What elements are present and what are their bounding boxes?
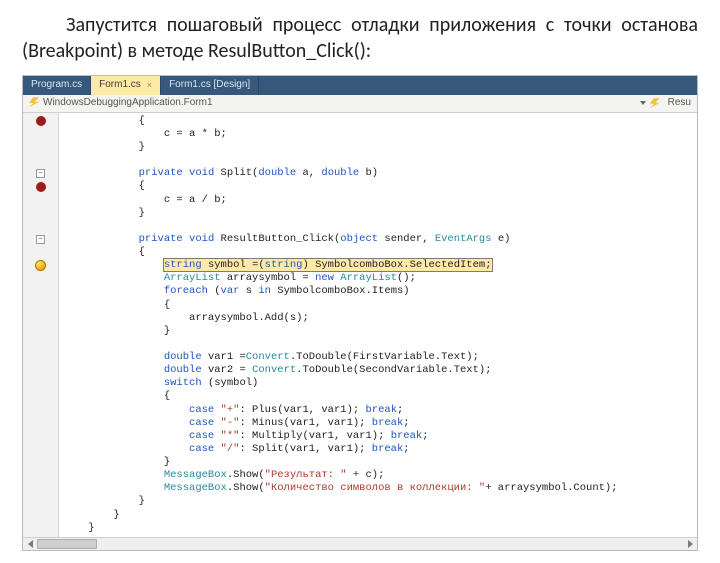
close-icon[interactable]: × <box>147 80 152 91</box>
code-text: { c = a * b; } private void Split(double… <box>59 113 618 537</box>
tab-label: Form1.cs [Design] <box>169 79 250 92</box>
ide-screenshot: Program.cs Form1.cs × Form1.cs [Design] W… <box>22 75 698 551</box>
lightning-icon <box>650 98 660 108</box>
intro-paragraph: Запустится пошаговый процесс отладки при… <box>22 12 698 65</box>
code-editor[interactable]: − − { c = a * b; } private void Split(do… <box>23 113 697 537</box>
lightning-icon <box>29 97 39 107</box>
member-selector[interactable]: Resu <box>640 97 691 110</box>
chevron-down-icon <box>640 101 646 105</box>
scroll-left-icon[interactable] <box>25 540 35 549</box>
tab-label: Program.cs <box>31 79 82 92</box>
tab-program[interactable]: Program.cs <box>23 76 91 95</box>
breakpoint-icon[interactable] <box>36 182 46 192</box>
tab-strip: Program.cs Form1.cs × Form1.cs [Design] <box>23 76 697 95</box>
tab-form1-design[interactable]: Form1.cs [Design] <box>161 76 259 95</box>
tab-form1[interactable]: Form1.cs × <box>91 76 161 95</box>
current-step-icon <box>35 260 46 271</box>
scrollbar-thumb[interactable] <box>37 539 97 549</box>
breakpoint-icon[interactable] <box>36 116 46 126</box>
gutter: − − <box>23 113 59 537</box>
fold-icon[interactable]: − <box>36 169 45 178</box>
scroll-right-icon[interactable] <box>685 540 695 549</box>
fold-icon[interactable]: − <box>36 235 45 244</box>
horizontal-scrollbar[interactable] <box>23 537 697 550</box>
navigation-bar: WindowsDebuggingApplication.Form1 Resu <box>23 95 697 113</box>
tab-label: Form1.cs <box>99 79 141 92</box>
class-selector[interactable]: WindowsDebuggingApplication.Form1 <box>29 97 213 110</box>
member-name: Resu <box>668 97 691 110</box>
class-name: WindowsDebuggingApplication.Form1 <box>43 97 213 108</box>
